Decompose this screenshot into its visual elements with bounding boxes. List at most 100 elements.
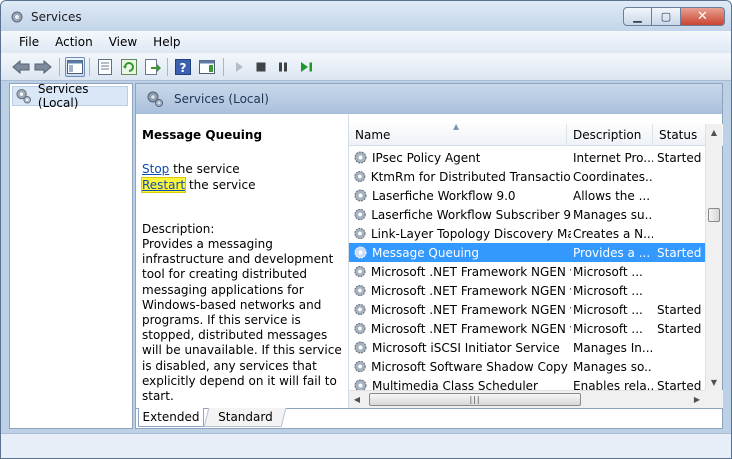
- table-row[interactable]: Microsoft Software Shadow Copy ... Manage…: [349, 357, 705, 376]
- table-row[interactable]: Microsoft .NET Framework NGEN v... Micros…: [349, 319, 705, 338]
- tab-standard[interactable]: Standard: [203, 408, 287, 427]
- scroll-down-icon[interactable]: ▼: [706, 374, 722, 390]
- export-list-button[interactable]: [143, 57, 163, 77]
- scroll-up-icon[interactable]: ▲: [706, 124, 722, 140]
- window-title: Services: [31, 10, 82, 24]
- toolbar: ?: [1, 53, 731, 81]
- service-description: Creates a N...: [573, 226, 653, 241]
- description-label: Description:: [142, 222, 215, 236]
- svg-text:?: ?: [180, 61, 187, 75]
- table-row[interactable]: Microsoft iSCSI Initiator Service Manages…: [349, 338, 705, 357]
- help-button[interactable]: ?: [173, 57, 193, 77]
- horizontal-scroll-thumb[interactable]: |||: [369, 393, 581, 406]
- column-header-description[interactable]: Description: [567, 124, 653, 146]
- column-header-status[interactable]: Status: [653, 124, 706, 146]
- service-name-cell: Link-Layer Topology Discovery Ma...: [353, 226, 571, 241]
- table-row[interactable]: Laserfiche Workflow 9.0 Allows the ...: [349, 186, 705, 205]
- menu-action[interactable]: Action: [47, 35, 101, 49]
- service-description: Provides a ...: [573, 245, 651, 260]
- stop-action-text: the service: [169, 162, 240, 176]
- service-name-cell: IPsec Policy Agent: [353, 150, 571, 165]
- service-gear-icon: [354, 341, 367, 354]
- column-header-name[interactable]: ▲ Name: [349, 122, 567, 146]
- tree-item-services-local[interactable]: Services (Local): [12, 82, 128, 110]
- tab-standard-label: Standard: [217, 410, 273, 424]
- service-name: Microsoft .NET Framework NGEN v...: [370, 264, 571, 279]
- table-row[interactable]: Link-Layer Topology Discovery Ma... Creat…: [349, 224, 705, 243]
- service-name-cell: Microsoft Software Shadow Copy ...: [353, 359, 571, 374]
- table-row[interactable]: Microsoft .NET Framework NGEN v... Micros…: [349, 300, 705, 319]
- table-row[interactable]: KtmRm for Distributed Transaction... Coor…: [349, 167, 705, 186]
- horizontal-scrollbar[interactable]: ◀ ||| ▶: [349, 390, 705, 408]
- toolbar-separator: [167, 58, 168, 76]
- scroll-right-icon[interactable]: ▶: [689, 391, 705, 408]
- column-header-description-label: Description: [573, 128, 642, 142]
- tab-extended[interactable]: Extended: [138, 408, 204, 427]
- service-gear-icon: [354, 208, 366, 221]
- show-hide-tree-button[interactable]: [65, 57, 85, 77]
- service-name: KtmRm for Distributed Transaction...: [370, 169, 571, 184]
- table-row[interactable]: IPsec Policy Agent Internet Pro... Started: [349, 148, 705, 167]
- close-button[interactable]: ✕: [681, 7, 725, 26]
- extended-description-panel: Message Queuing Stop the service Restart…: [136, 114, 346, 408]
- service-gear-icon: [354, 303, 366, 316]
- service-name: IPsec Policy Agent: [372, 150, 481, 165]
- minimize-button[interactable]: ▁: [623, 7, 652, 26]
- table-row[interactable]: Microsoft .NET Framework NGEN v... Micros…: [349, 281, 705, 300]
- service-description: Microsoft ...: [573, 321, 643, 336]
- close-icon: ✕: [697, 9, 708, 24]
- restart-service-link[interactable]: Restart: [140, 177, 187, 193]
- service-description: Microsoft ...: [573, 302, 643, 317]
- column-header-status-label: Status: [659, 128, 698, 142]
- stop-service-button[interactable]: [251, 57, 271, 77]
- pause-service-button[interactable]: [273, 57, 293, 77]
- service-gear-icon: [354, 246, 367, 259]
- service-status: Started: [657, 245, 702, 260]
- forward-icon: [34, 60, 52, 74]
- forward-button[interactable]: [33, 57, 53, 77]
- details-pane: Services (Local) Message Queuing Stop th…: [135, 83, 723, 429]
- menu-view[interactable]: View: [101, 35, 145, 49]
- service-name-cell: Laserfiche Workflow 9.0: [353, 188, 571, 203]
- help-icon: ?: [175, 59, 191, 75]
- service-description: Internet Pro...: [573, 150, 653, 165]
- properties-button[interactable]: [95, 57, 115, 77]
- table-row[interactable]: Laserfiche Workflow Subscriber 9.0 Manage…: [349, 205, 705, 224]
- restart-service-button[interactable]: [297, 57, 317, 77]
- services-window: Services ▁ ▢ ✕ File Action View Help ? S…: [0, 0, 732, 459]
- column-header-name-label: Name: [355, 128, 391, 142]
- show-hide-tree-icon: [67, 60, 83, 74]
- start-service-button[interactable]: [229, 57, 249, 77]
- service-name: Microsoft iSCSI Initiator Service: [372, 340, 560, 355]
- scroll-left-icon[interactable]: ◀: [349, 391, 365, 408]
- service-gear-icon: [354, 360, 366, 373]
- refresh-button[interactable]: [119, 57, 139, 77]
- console-tree: Services (Local): [9, 82, 133, 429]
- service-name: Laserfiche Workflow Subscriber 9.0: [371, 207, 571, 222]
- export-list-icon: [145, 59, 161, 75]
- toolbar-separator: [59, 58, 60, 76]
- menu-file[interactable]: File: [11, 35, 47, 49]
- service-status: Started: [657, 150, 702, 165]
- description-text: Provides a messaging infrastructure and …: [142, 237, 342, 404]
- maximize-button[interactable]: ▢: [652, 7, 681, 26]
- vertical-scroll-thumb[interactable]: [708, 208, 720, 222]
- show-hide-action-pane-button[interactable]: [197, 57, 217, 77]
- services-gear-icon: [16, 88, 31, 104]
- service-name: Microsoft .NET Framework NGEN v...: [370, 321, 571, 336]
- stop-service-link[interactable]: Stop: [142, 162, 169, 176]
- service-gear-icon: [354, 151, 367, 164]
- pause-service-icon: [279, 62, 287, 72]
- selected-service-title: Message Queuing: [142, 128, 263, 142]
- service-name: Message Queuing: [372, 245, 480, 260]
- table-row[interactable]: Microsoft .NET Framework NGEN v... Micros…: [349, 262, 705, 281]
- menu-help[interactable]: Help: [145, 35, 188, 49]
- toolbar-separator: [89, 58, 90, 76]
- back-button[interactable]: [11, 57, 31, 77]
- show-hide-action-pane-icon: [199, 60, 215, 74]
- service-status: Started: [657, 321, 702, 336]
- vertical-scrollbar[interactable]: ▲ ▼: [705, 124, 722, 390]
- title-bar[interactable]: Services ▁ ▢ ✕: [1, 1, 731, 31]
- table-row[interactable]: Message Queuing Provides a ... Started: [349, 243, 705, 262]
- toolbar-separator: [223, 58, 224, 76]
